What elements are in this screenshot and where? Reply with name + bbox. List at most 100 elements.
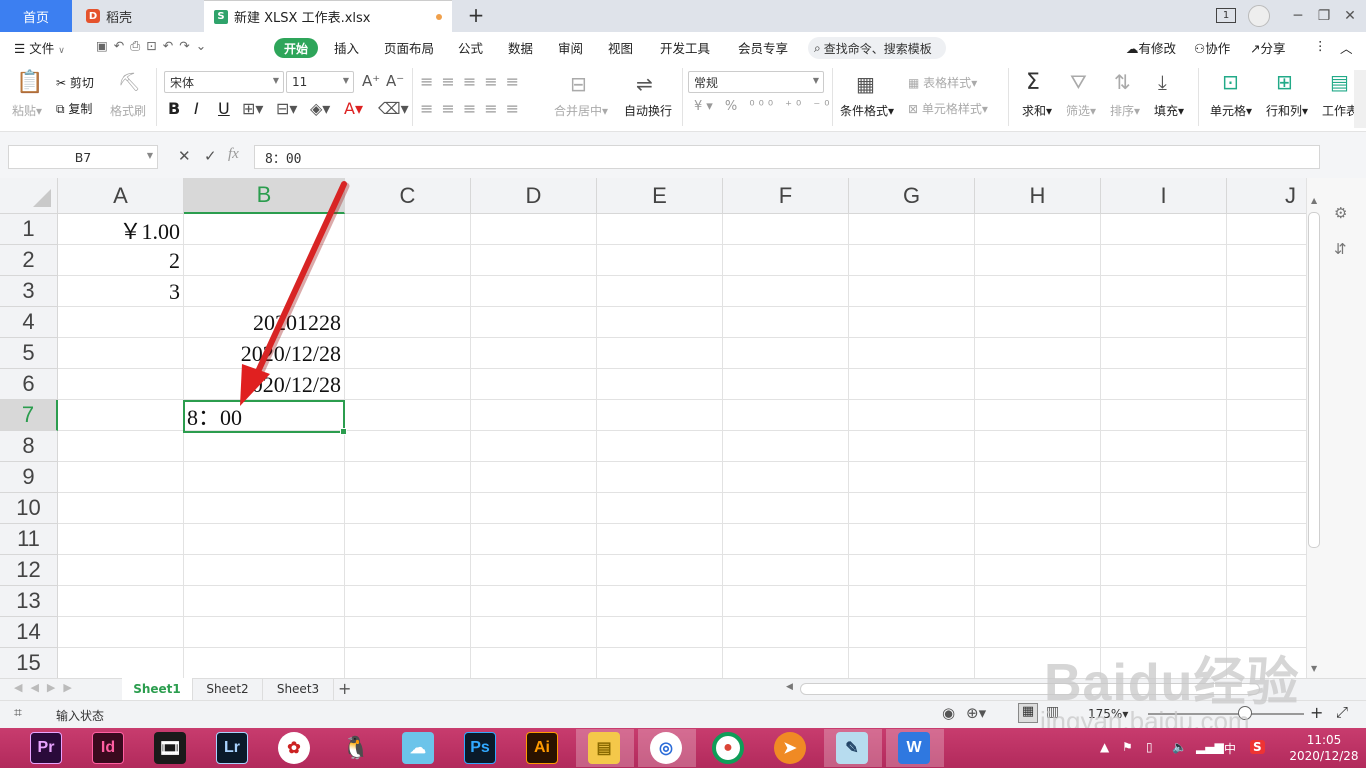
indesign-app-icon[interactable]: Id <box>92 732 124 764</box>
worksheet-button[interactable]: 工作表 <box>1322 102 1354 119</box>
scroll-down-icon[interactable]: ▼ <box>1311 664 1317 673</box>
scroll-left-icon[interactable]: ◀ <box>786 682 793 692</box>
scroll-up-icon[interactable]: ▲ <box>1311 196 1317 205</box>
file-menu[interactable]: ☰ 文件 ∨ <box>14 38 65 57</box>
tab-page-layout[interactable]: 页面布局 <box>384 38 434 57</box>
collapse-ribbon-icon[interactable]: ︿ <box>1340 38 1353 57</box>
command-search[interactable]: ⌕ 查找命令、搜索模板 <box>808 37 946 59</box>
new-tab-plus-icon[interactable]: + <box>466 3 486 27</box>
sheet-tab-3[interactable]: Sheet3 <box>262 678 334 700</box>
quick-access-toolbar[interactable]: ▣↶⎙⊡↶↷⌄ <box>96 38 212 54</box>
cancel-icon[interactable]: ✕ <box>178 147 191 165</box>
fullscreen-icon[interactable]: ⤢ <box>1336 703 1348 721</box>
border-icon[interactable]: ⊞▾ <box>242 99 263 118</box>
tab-formula[interactable]: 公式 <box>458 38 483 57</box>
tray-volume-icon[interactable]: 🔈 <box>1172 740 1187 754</box>
italic-icon[interactable]: I <box>194 99 199 118</box>
premiere-app-icon[interactable]: Pr <box>30 732 62 764</box>
increase-font-icon[interactable]: A⁺ <box>362 72 380 90</box>
sheet-tab-2[interactable]: Sheet2 <box>192 678 262 700</box>
page-count-badge[interactable]: 1 <box>1216 8 1236 23</box>
photoshop-app-icon[interactable]: Ps <box>464 732 496 764</box>
browser-app-icon[interactable]: ◎ <box>650 732 682 764</box>
chat-app-icon[interactable]: ☁ <box>402 732 434 764</box>
filter-icon[interactable]: ⛛ <box>1070 70 1087 94</box>
cell-icon[interactable]: ⊡ <box>1222 70 1239 94</box>
number-format-buttons[interactable]: ¥▾ % ⁰⁰⁰ ⁺⁰ ⁻⁰ <box>694 99 833 114</box>
tab-insert[interactable]: 插入 <box>334 38 359 57</box>
lightroom-app-icon[interactable]: Lr <box>216 732 248 764</box>
collaborate-button[interactable]: ⚇协作 <box>1194 38 1230 57</box>
normal-view-icon[interactable]: ▦ <box>1018 703 1038 723</box>
format-painter-button[interactable]: 格式刷 <box>110 102 146 119</box>
close-icon[interactable]: ✕ <box>1334 0 1366 32</box>
filter-button[interactable]: 筛选▾ <box>1066 102 1096 119</box>
fill-color-icon[interactable]: ◈▾ <box>310 99 330 118</box>
qq-app-icon[interactable]: 🐧 <box>340 732 372 764</box>
paste-button[interactable]: 粘贴▾ <box>12 102 42 119</box>
conditional-format-button[interactable]: 条件格式▾ <box>840 102 894 119</box>
number-format-select[interactable]: 常规 ▼ <box>688 71 824 93</box>
font-size-select[interactable]: 11 ▼ <box>286 71 354 93</box>
sheet-nav-arrows-icon[interactable]: ◀◀▶▶ <box>14 681 80 694</box>
clear-format-icon[interactable]: ⌫▾ <box>378 99 409 118</box>
modified-button[interactable]: ☁有修改 <box>1126 38 1176 57</box>
horizontal-align-icons[interactable]: ≡≡≡≡≡ <box>420 99 527 118</box>
copy-button[interactable]: ⧉ 复制 <box>56 100 92 117</box>
sort-button[interactable]: 排序▾ <box>1110 102 1140 119</box>
sheet-tab-1[interactable]: Sheet1 <box>122 678 192 700</box>
cut-button[interactable]: ✂ 剪切 <box>56 74 94 91</box>
share-button[interactable]: ↗分享 <box>1250 38 1286 57</box>
notepad-app-icon[interactable]: ✎ <box>836 732 868 764</box>
sort-icon[interactable]: ⇅ <box>1114 70 1131 94</box>
zoom-in-icon[interactable]: + <box>1310 703 1323 722</box>
player-app-icon[interactable]: ➤ <box>774 732 806 764</box>
tray-sogou-icon[interactable]: S <box>1250 740 1265 754</box>
tab-member[interactable]: 会员专享 <box>738 38 788 57</box>
cell-button[interactable]: 单元格▾ <box>1210 102 1252 119</box>
font-color-icon[interactable]: A▾ <box>344 99 363 118</box>
name-box[interactable]: B7 ▼ <box>8 145 158 169</box>
user-avatar[interactable] <box>1248 5 1270 27</box>
row-col-icon[interactable]: ⊞ <box>1276 70 1293 94</box>
sum-icon[interactable]: Σ <box>1026 70 1040 95</box>
tray-ime-indicator[interactable]: 中 <box>1224 740 1236 757</box>
formula-input[interactable]: 8：00 <box>254 145 1320 169</box>
tab-developer[interactable]: 开发工具 <box>660 38 710 57</box>
underline-icon[interactable]: U <box>218 99 230 118</box>
tray-battery-icon[interactable]: ▯ <box>1146 740 1153 754</box>
taskbar-clock[interactable]: 11:05 2020/12/28 <box>1284 732 1364 764</box>
property-panel-icon[interactable]: ⇵ <box>1334 240 1347 258</box>
confirm-icon[interactable]: ✓ <box>204 147 217 165</box>
add-sheet-icon[interactable]: + <box>338 679 351 698</box>
fill-icon[interactable]: ⤓ <box>1158 70 1167 94</box>
merge-border-icon[interactable]: ⊟▾ <box>276 99 297 118</box>
tab-data[interactable]: 数据 <box>508 38 533 57</box>
worksheet-icon[interactable]: ▤ <box>1330 70 1349 94</box>
paste-icon[interactable]: 📋 <box>16 70 43 95</box>
table-style-button[interactable]: ▦ 表格样式▾ <box>908 74 977 91</box>
ribbon-scroll[interactable] <box>1354 70 1366 128</box>
tray-expand-icon[interactable]: ▲ <box>1100 740 1109 754</box>
vertical-scrollbar[interactable] <box>1308 212 1320 548</box>
eye-protect-icon[interactable]: ◉ <box>942 704 955 722</box>
file-explorer-app-icon[interactable]: ▤ <box>588 732 620 764</box>
tab-view[interactable]: 视图 <box>608 38 633 57</box>
layout-icon[interactable]: ⊕▾ <box>966 704 986 722</box>
merge-cells-icon[interactable]: ⊟ <box>570 72 587 96</box>
fill-button[interactable]: 填充▾ <box>1154 102 1184 119</box>
tab-document[interactable]: S 新建 XLSX 工作表.xlsx <box>204 0 452 32</box>
more-icon[interactable]: ⋮ <box>1314 38 1327 53</box>
tab-home[interactable]: 首页 <box>0 0 72 32</box>
row-col-button[interactable]: 行和列▾ <box>1266 102 1308 119</box>
macro-record-icon[interactable]: ⌗ <box>14 705 22 721</box>
format-painter-icon[interactable]: ⛏ <box>118 72 141 93</box>
wrap-text-icon[interactable]: ⇌ <box>636 72 653 96</box>
cell-style-button[interactable]: ⊠ 单元格样式▾ <box>908 100 988 117</box>
wrap-text-button[interactable]: 自动换行 <box>624 102 672 119</box>
tab-review[interactable]: 审阅 <box>558 38 583 57</box>
photo-viewer-app-icon[interactable]: ✿ <box>278 732 310 764</box>
vertical-align-icons[interactable]: ≡≡≡≡≡ <box>420 72 527 91</box>
tray-flag-icon[interactable]: ⚑ <box>1122 740 1133 754</box>
bold-icon[interactable]: B <box>168 99 180 118</box>
